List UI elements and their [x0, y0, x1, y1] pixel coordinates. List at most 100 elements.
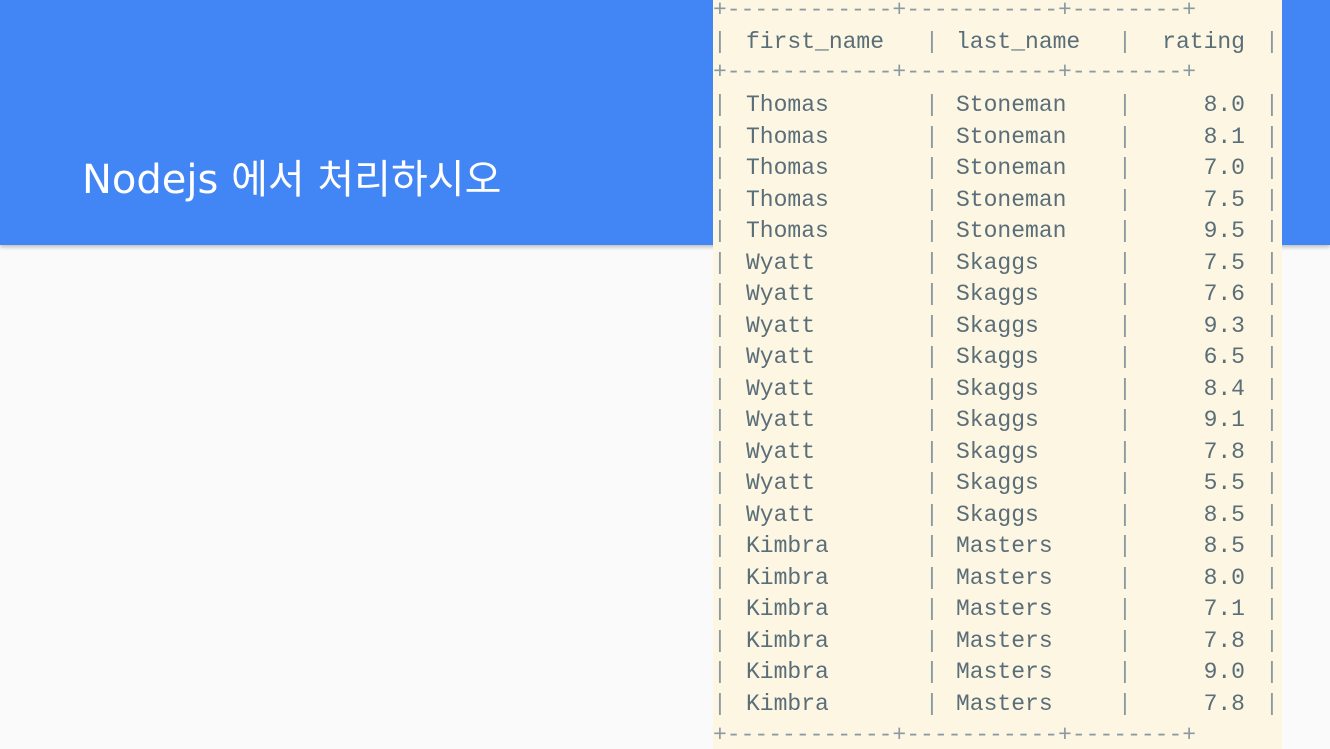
cell-divider: |: [925, 659, 939, 685]
cell-last-name: Masters: [956, 533, 1053, 559]
cell-divider: |: [713, 470, 727, 496]
cell-last-name: Stoneman: [956, 92, 1067, 118]
cell-last-name: Stoneman: [956, 123, 1067, 150]
cell-divider: |: [713, 123, 727, 150]
cell-rating: 7.5: [1203, 249, 1245, 276]
table-row: | Wyatt | Skaggs | 7.8 |: [713, 436, 1282, 468]
cell-divider: |: [925, 375, 939, 402]
cell-rating: 7.8: [1203, 627, 1245, 654]
cell-divider: |: [713, 249, 727, 276]
cell-last-name: Skaggs: [956, 344, 1039, 370]
cell-last-name: Stoneman: [956, 155, 1067, 181]
cell-divider: |: [925, 407, 939, 433]
table-top-border: +------------+-----------+--------+: [713, 0, 1197, 23]
cell-divider: |: [925, 249, 939, 276]
cell-first-name: Wyatt: [746, 501, 816, 528]
cell-divider: |: [1265, 375, 1279, 402]
cell-first-name: Kimbra: [746, 690, 829, 717]
cell-last-name: Masters: [956, 596, 1053, 622]
cell-divider: |: [925, 344, 939, 370]
cell-rating: 8.0: [1203, 564, 1245, 591]
header-first-name: first_name: [746, 29, 885, 55]
cell-first-name: Wyatt: [746, 312, 816, 339]
table-row: | Thomas | Stoneman | 8.1 |: [713, 121, 1282, 153]
table-header-border: +------------+-----------+--------+: [713, 59, 1197, 85]
cell-last-name: Stoneman: [956, 186, 1067, 213]
cell-divider: |: [925, 218, 939, 244]
table-row: | Wyatt | Skaggs | 7.5 |: [713, 247, 1282, 279]
cell-divider: |: [713, 533, 727, 559]
cell-divider: |: [713, 344, 727, 370]
cell-divider: |: [713, 627, 727, 654]
table-row: | Wyatt | Skaggs | 9.1 |: [713, 404, 1282, 436]
table-row: | Wyatt | Skaggs | 8.4 |: [713, 373, 1282, 405]
cell-last-name: Skaggs: [956, 407, 1039, 433]
cell-divider: |: [1265, 596, 1279, 622]
header-rating: rating: [1162, 29, 1245, 55]
cell-divider: |: [1265, 218, 1279, 244]
slide-title: Nodejs 에서 처리하시오: [82, 157, 502, 203]
cell-first-name: Kimbra: [746, 659, 829, 685]
cell-divider: |: [1265, 470, 1279, 496]
cell-divider: |: [713, 312, 727, 339]
cell-first-name: Thomas: [746, 123, 829, 150]
cell-divider: |: [713, 155, 727, 181]
cell-last-name: Skaggs: [956, 375, 1039, 402]
cell-rating: 8.1: [1203, 123, 1245, 150]
cell-rating: 8.5: [1203, 501, 1245, 528]
cell-rating: 9.3: [1203, 312, 1245, 339]
table-row: | Kimbra | Masters | 8.5 |: [713, 530, 1282, 562]
cell-rating: 9.0: [1203, 659, 1245, 685]
cell-first-name: Thomas: [746, 155, 829, 181]
cell-first-name: Wyatt: [746, 375, 816, 402]
cell-divider: |: [925, 92, 939, 118]
cell-divider: |: [1265, 659, 1279, 685]
cell-divider: |: [1265, 92, 1279, 118]
table-row: | Kimbra | Masters | 8.0 |: [713, 562, 1282, 594]
query-result-table: +------------+-----------+--------+ | fi…: [713, 0, 1282, 749]
cell-last-name: Masters: [956, 627, 1053, 654]
cell-last-name: Masters: [956, 564, 1053, 591]
cell-first-name: Thomas: [746, 218, 829, 244]
cell-rating: 8.4: [1203, 375, 1245, 402]
cell-divider: |: [925, 281, 939, 307]
cell-last-name: Masters: [956, 659, 1053, 685]
cell-divider: |: [925, 564, 939, 591]
cell-first-name: Thomas: [746, 92, 829, 118]
cell-divider: |: [925, 312, 939, 339]
cell-divider: |: [1265, 123, 1279, 150]
cell-divider: |: [1265, 186, 1279, 213]
cell-divider: |: [713, 218, 727, 244]
cell-rating: 7.5: [1203, 186, 1245, 213]
cell-first-name: Wyatt: [746, 281, 816, 307]
cell-rating: 5.5: [1203, 470, 1245, 496]
cell-rating: 8.5: [1203, 533, 1245, 559]
table-row: | Wyatt | Skaggs | 8.5 |: [713, 499, 1282, 531]
cell-first-name: Wyatt: [746, 438, 816, 465]
table-row: | Thomas | Stoneman | 8.0 |: [713, 89, 1282, 121]
cell-last-name: Skaggs: [956, 312, 1039, 339]
cell-divider: |: [713, 375, 727, 402]
cell-divider: |: [713, 438, 727, 465]
cell-last-name: Skaggs: [956, 281, 1039, 307]
cell-divider: |: [1265, 312, 1279, 339]
cell-divider: |: [1265, 281, 1279, 307]
cell-first-name: Kimbra: [746, 596, 829, 622]
cell-first-name: Wyatt: [746, 344, 816, 370]
table-row: | Kimbra | Masters | 7.8 |: [713, 625, 1282, 657]
cell-rating: 7.8: [1203, 690, 1245, 717]
cell-rating: 7.6: [1203, 281, 1245, 307]
cell-divider: |: [1265, 533, 1279, 559]
cell-divider: |: [713, 92, 727, 118]
cell-divider: |: [925, 596, 939, 622]
cell-first-name: Wyatt: [746, 470, 816, 496]
cell-divider: |: [925, 438, 939, 465]
cell-divider: |: [713, 281, 727, 307]
table-row: | Kimbra | Masters | 7.1 |: [713, 593, 1282, 625]
cell-last-name: Skaggs: [956, 501, 1039, 528]
table-row: | Thomas | Stoneman | 7.5 |: [713, 184, 1282, 216]
cell-divider: |: [925, 186, 939, 213]
cell-rating: 7.1: [1203, 596, 1245, 622]
cell-divider: |: [713, 186, 727, 213]
cell-divider: |: [713, 659, 727, 685]
